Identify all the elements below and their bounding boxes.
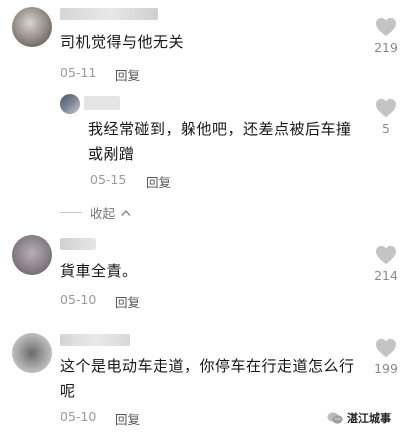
username-blurred[interactable]: [60, 334, 130, 346]
watermark: 湛江城事: [327, 409, 403, 427]
watermark-text: 湛江城事: [347, 412, 391, 425]
comment-text: 司机觉得与他无关: [60, 33, 185, 51]
comment-text-line: 这个是电动车走道，你停车在行走道怎么行: [60, 357, 355, 375]
collapse-replies-button[interactable]: 收起: [90, 203, 131, 222]
user-avatar[interactable]: [60, 94, 80, 114]
collapse-label: 收起: [90, 206, 116, 221]
user-avatar[interactable]: [12, 333, 52, 373]
like-count: 214: [374, 268, 398, 283]
comment-date: 05-11: [60, 65, 97, 80]
heart-icon: [376, 338, 396, 358]
divider: [60, 212, 82, 213]
chevron-up-icon: [121, 209, 131, 216]
like-button[interactable]: [371, 98, 401, 118]
comment-text-line: 我经常碰到，躲他吧，还差点被后车撞: [88, 120, 352, 138]
comment-date: 05-10: [60, 292, 97, 307]
comment-date: 05-10: [60, 409, 97, 424]
user-avatar[interactable]: [12, 7, 52, 47]
like-count: 219: [374, 40, 398, 55]
like-button[interactable]: [371, 245, 401, 265]
like-count: 199: [374, 361, 398, 376]
comment-text: 貨車全責。: [60, 262, 138, 280]
reply-button[interactable]: 回复: [115, 65, 140, 84]
reply-button[interactable]: 回复: [115, 409, 140, 428]
username-blurred[interactable]: [60, 8, 158, 20]
like-count: 5: [382, 121, 390, 136]
user-avatar[interactable]: [12, 235, 52, 275]
like-button[interactable]: [371, 338, 401, 358]
heart-icon: [376, 17, 396, 37]
comment-text-line: 或剐蹭: [88, 145, 135, 163]
heart-icon: [376, 245, 396, 265]
heart-icon: [376, 98, 396, 118]
like-button[interactable]: [371, 17, 401, 37]
username-blurred[interactable]: [84, 96, 120, 110]
comment-text-line: 呢: [60, 382, 76, 400]
wechat-icon: [327, 412, 343, 424]
reply-button[interactable]: 回复: [115, 292, 140, 311]
reply-button[interactable]: 回复: [146, 172, 171, 191]
comment-date: 05-15: [90, 172, 127, 187]
username-blurred[interactable]: [60, 238, 96, 250]
